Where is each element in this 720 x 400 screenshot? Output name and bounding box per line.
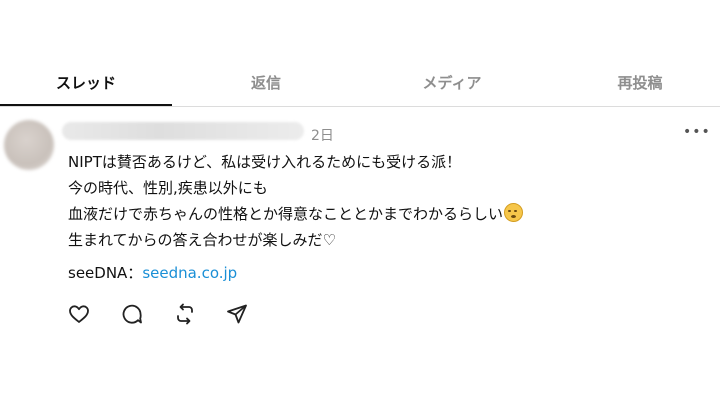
tab-media[interactable]: メディア (366, 58, 538, 106)
more-options-button[interactable]: ••• (683, 124, 711, 140)
post-line: 今の時代、性別,疾患以外にも (68, 179, 268, 197)
post-time: 2日 (311, 128, 334, 144)
tab-replies[interactable]: 返信 (180, 58, 352, 106)
post-line: 生まれてからの答え合わせが楽しみだ♡ (68, 231, 336, 249)
share-button[interactable] (224, 301, 250, 327)
flushed-face-emoji-icon (504, 203, 524, 222)
username-blurred[interactable] (62, 122, 304, 140)
link-line: seeDNA：seedna.co.jp (68, 262, 237, 283)
tab-reposts[interactable]: 再投稿 (554, 58, 720, 106)
tab-threads[interactable]: スレッド (0, 58, 172, 106)
post-line: NIPTは賛否あるけど、私は受け入れるためにも受ける派！ (68, 153, 462, 171)
heart-icon (69, 305, 89, 323)
avatar[interactable] (4, 120, 54, 170)
comment-button[interactable] (119, 301, 145, 327)
like-button[interactable] (66, 301, 92, 327)
active-tab-indicator (0, 104, 172, 106)
repost-button[interactable] (172, 301, 198, 327)
share-icon (227, 304, 247, 324)
comment-icon (122, 304, 142, 324)
post-line: 血液だけで赤ちゃんの性格とか得意なこととかまでわかるらしい (68, 205, 504, 223)
post-text: NIPTは賛否あるけど、私は受け入れるためにも受ける派！ 今の時代、性別,疾患以… (68, 149, 524, 253)
seedna-link[interactable]: seedna.co.jp (142, 264, 237, 282)
repost-icon (177, 303, 193, 325)
profile-tabs: スレッド 返信 メディア 再投稿 (0, 58, 720, 107)
post-line-with-emoji: 血液だけで赤ちゃんの性格とか得意なこととかまでわかるらしい (68, 201, 524, 227)
link-prefix: seeDNA： (68, 264, 143, 282)
